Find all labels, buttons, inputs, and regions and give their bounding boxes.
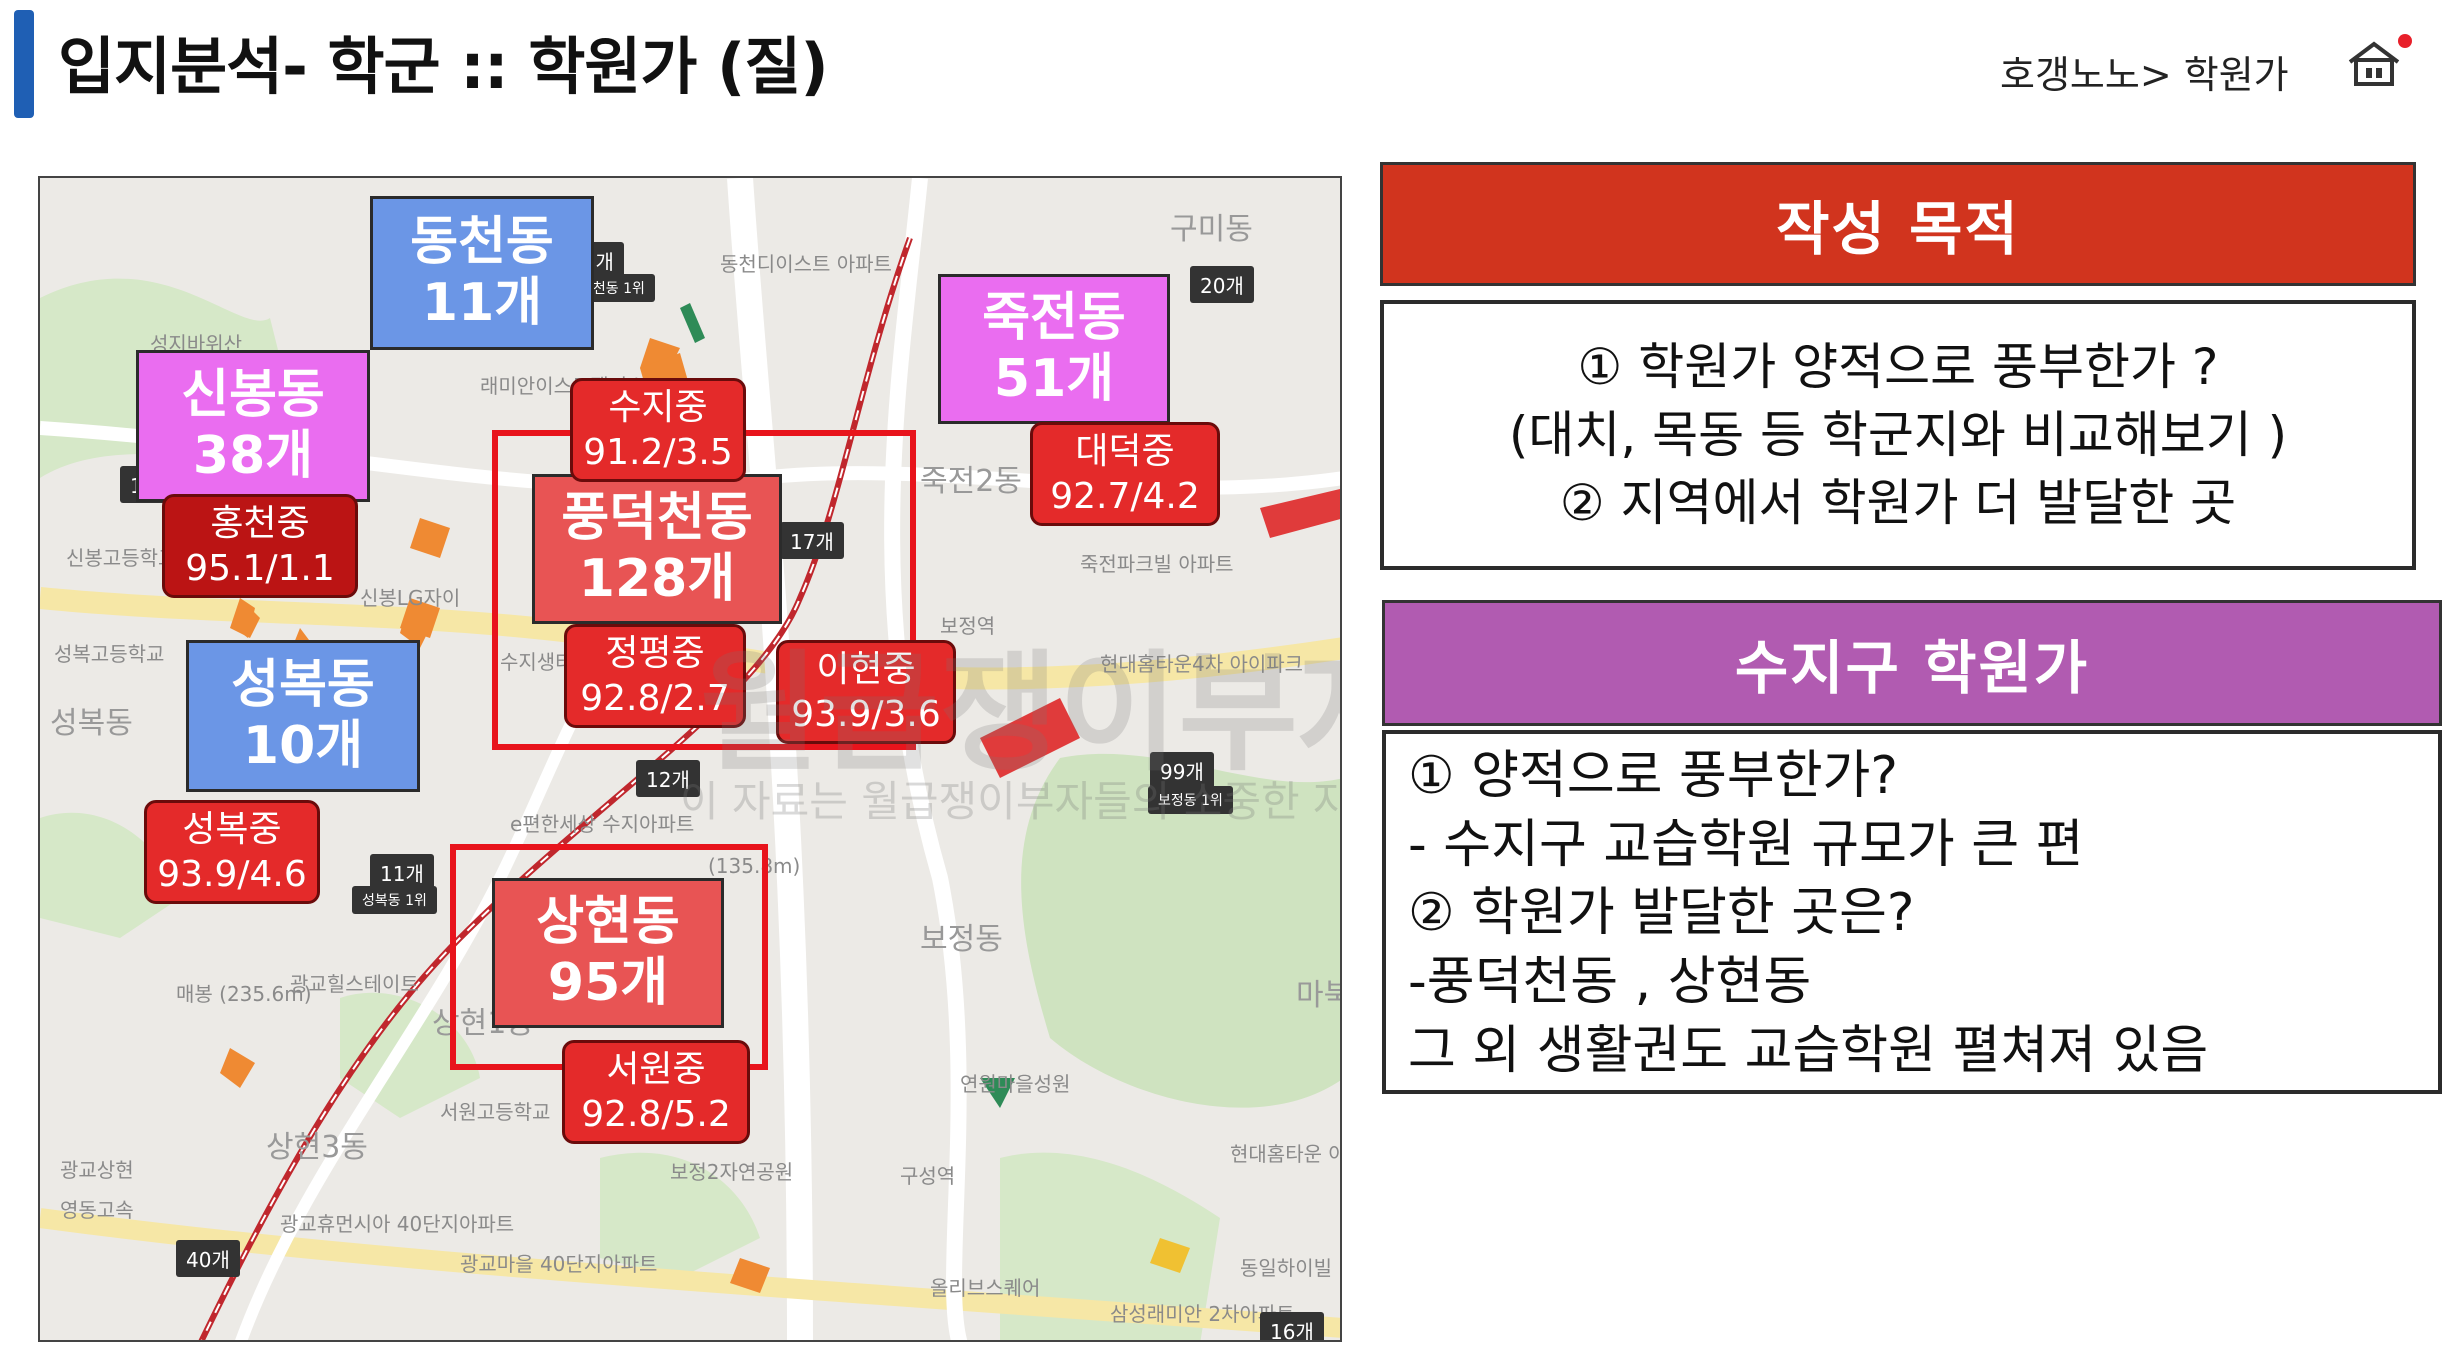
- suji-academy-header: 수지구 학원가: [1382, 600, 2442, 726]
- academy-count-badge[interactable]: 40개: [176, 1240, 240, 1277]
- map-poi-label: 매봉 (235.6m): [176, 982, 312, 1006]
- school-tag-hongcheon[interactable]: 홍천중 95.1/1.1: [162, 494, 358, 598]
- map-poi-label: 현대홈타운 아파트: [1230, 1142, 1340, 1166]
- dong-box-jukjeon[interactable]: 죽전동 51개: [938, 274, 1170, 424]
- dong-name: 성복동: [231, 654, 375, 715]
- dong-name: 죽전동: [982, 287, 1126, 348]
- dong-name: 동천동: [410, 211, 554, 272]
- map-poi-label: 서원고등학교: [440, 1100, 551, 1124]
- purpose-line: (대치, 목동 등 학군지와 비교해보기 ): [1508, 406, 2288, 464]
- map-place-label: 상현3동: [266, 1130, 368, 1165]
- map-poi-label: 신봉LG자이: [360, 586, 461, 610]
- home-icon[interactable]: [2346, 38, 2402, 88]
- suji-line: - 수지구 교습학원 규모가 큰 편: [1408, 814, 2084, 875]
- map-place-label: 죽전2동: [920, 464, 1022, 499]
- school-name: 서원중: [606, 1049, 706, 1090]
- page-title: 입지분석- 학군 :: 학원가 (질): [58, 30, 829, 103]
- map-poi-label: 광교상현: [60, 1158, 134, 1182]
- title-accent-bar: [14, 10, 34, 118]
- suji-academy-body: ① 양적으로 풍부한가? - 수지구 교습학원 규모가 큰 편 ② 학원가 발달…: [1382, 730, 2442, 1094]
- school-name: 대덕중: [1075, 431, 1175, 472]
- dong-academy-count: 128개: [578, 549, 736, 609]
- map-poi-label: 성복고등학교: [54, 642, 165, 666]
- map-poi-label: 올리브스퀘어: [930, 1276, 1041, 1300]
- school-name: 수지중: [608, 387, 708, 428]
- dong-academy-count: 51개: [993, 349, 1115, 409]
- map-poi-label: 연원마을성원: [960, 1072, 1071, 1096]
- map-place-label: 구미동: [1170, 212, 1253, 247]
- academy-count-badge[interactable]: 16개: [1260, 1312, 1324, 1340]
- suji-line: ② 학원가 발달한 곳은?: [1408, 883, 1915, 944]
- academy-count-badge[interactable]: 20개: [1190, 266, 1254, 303]
- school-score: 93.9/4.6: [157, 854, 307, 895]
- map-poi-label: 구성역: [900, 1164, 956, 1188]
- suji-line: 그 외 생활권도 교습학원 펼쳐져 있음: [1408, 1020, 2209, 1081]
- map-poi-label: 동일하이빌 1차아파트: [1240, 1256, 1340, 1280]
- dong-box-dongcheon[interactable]: 동천동 11개: [370, 196, 594, 350]
- school-score: 92.8/5.2: [581, 1094, 731, 1135]
- purpose-body: ① 학원가 양적으로 풍부한가 ? (대치, 목동 등 학군지와 비교해보기 )…: [1380, 300, 2416, 570]
- purpose-line: ② 지역에서 학원가 더 발달한 곳: [1559, 474, 2237, 532]
- dong-box-seongbok[interactable]: 성복동 10개: [186, 640, 420, 792]
- map-poi-label: 동천디이스트 아파트: [720, 252, 892, 276]
- map-place-label: 마북동: [1296, 978, 1340, 1013]
- school-tag-suji[interactable]: 수지중 91.2/3.5: [570, 378, 746, 482]
- map-poi-label: e편한세상 수지아파트: [510, 812, 695, 836]
- dong-academy-count: 38개: [192, 426, 314, 486]
- map-poi-label: 영동고속: [60, 1198, 134, 1222]
- purpose-line: ① 학원가 양적으로 풍부한가 ?: [1577, 338, 2219, 396]
- school-score: 92.7/4.2: [1050, 476, 1200, 517]
- dong-academy-count: 11개: [421, 273, 543, 333]
- map-poi-label: 보정2자연공원: [670, 1160, 794, 1184]
- school-tag-seongbok[interactable]: 성복중 93.9/4.6: [144, 800, 320, 904]
- academy-count-badge-sub: 성복동 1위: [352, 886, 437, 914]
- map-poi-label: 신봉고등학교: [66, 546, 177, 570]
- map-place-label: 보정동: [920, 922, 1003, 957]
- school-tag-seowon[interactable]: 서원중 92.8/5.2: [562, 1040, 750, 1144]
- map-poi-label: 광교마을 40단지아파트: [460, 1252, 658, 1276]
- academy-map[interactable]: 죽전2동 구미동 보정동 상현1동 상현3동 성복동 마북동 동천디이스트 아파…: [38, 176, 1342, 1342]
- dong-name: 풍덕천동: [561, 487, 753, 548]
- dong-academy-count: 10개: [242, 716, 364, 776]
- dong-box-sinbong[interactable]: 신봉동 38개: [136, 350, 370, 502]
- school-score: 95.1/1.1: [185, 548, 335, 589]
- school-name: 홍천중: [210, 503, 310, 544]
- school-score: 91.2/3.5: [583, 432, 733, 473]
- breadcrumb[interactable]: 호갱노노> 학원가: [2000, 44, 2289, 99]
- dong-box-sanghyeon[interactable]: 상현동 95개: [492, 878, 724, 1028]
- purpose-header: 작성 목적: [1380, 162, 2416, 286]
- school-name: 성복중: [182, 809, 282, 850]
- notification-dot: [2398, 34, 2412, 48]
- dong-academy-count: 95개: [547, 953, 669, 1013]
- dong-box-pungdeokcheon[interactable]: 풍덕천동 128개: [532, 474, 782, 624]
- suji-line: ① 양적으로 풍부한가?: [1408, 746, 1898, 806]
- map-poi-label: 광교휴먼시아 40단지아파트: [280, 1212, 515, 1236]
- map-poi-label: 죽전파크빌 아파트: [1080, 552, 1234, 576]
- map-place-label: 성복동: [50, 706, 133, 741]
- dong-name: 신봉동: [181, 364, 325, 425]
- school-tag-daedeok[interactable]: 대덕중 92.7/4.2: [1030, 422, 1220, 526]
- dong-name: 상현동: [536, 891, 680, 952]
- suji-line: -풍덕천동 , 상현동: [1408, 951, 1812, 1012]
- watermark-subtitle: 이 자료는 월급쟁이부자들의 소중한 자산입니다: [680, 777, 1340, 826]
